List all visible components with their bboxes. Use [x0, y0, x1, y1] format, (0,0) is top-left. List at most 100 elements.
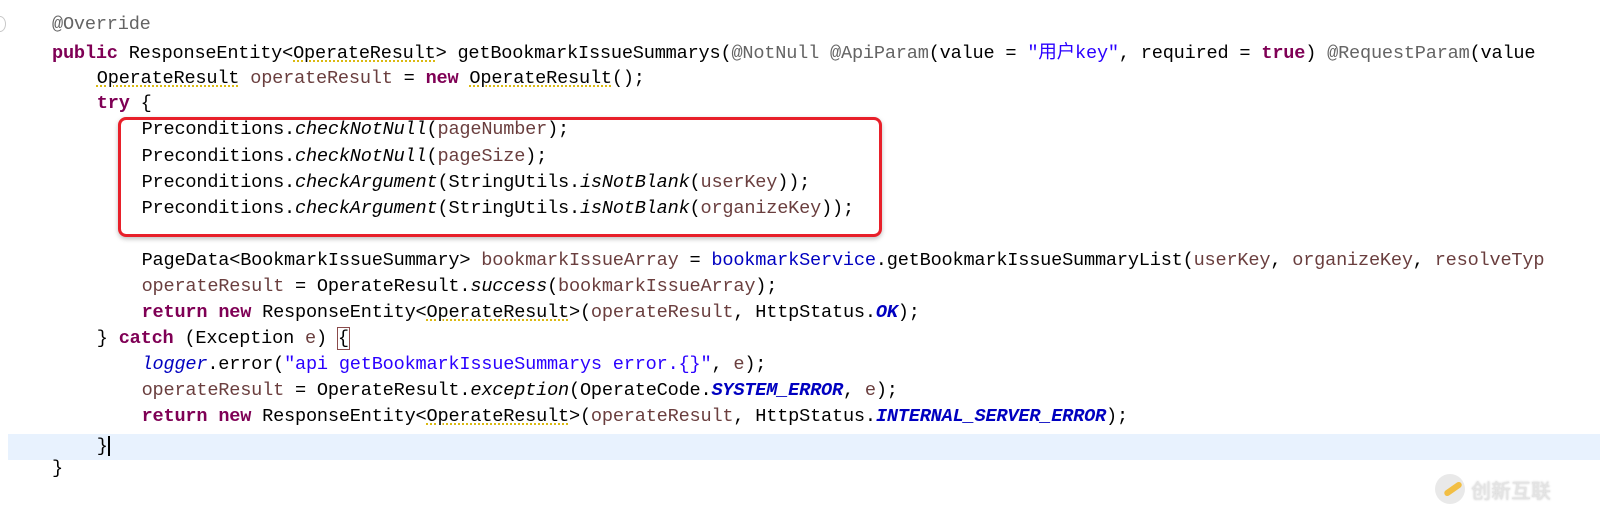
code-token: @RequestParam [1327, 43, 1470, 64]
code-token: = [678, 250, 712, 271]
code-token: >( [569, 302, 591, 323]
code-token: = OperateResult. [284, 380, 471, 401]
code-token: OperateResult [426, 302, 570, 323]
code-line[interactable]: public ResponseEntity<OperateResult> get… [52, 41, 1536, 67]
code-token: , [1270, 250, 1293, 271]
code-token: ResponseEntity< [117, 43, 294, 64]
code-token: @Override [52, 14, 151, 35]
code-token: ); [755, 276, 778, 297]
code-token: , [842, 380, 865, 401]
code-token: ResponseEntity< [251, 302, 427, 323]
code-line[interactable]: logger.error("api getBookmarkIssueSummar… [142, 352, 767, 378]
code-token: } [96, 328, 119, 349]
code-token: @NotNull @ApiParam [731, 43, 929, 64]
current-line-highlight [8, 434, 1600, 460]
code-token: } [96, 436, 108, 457]
code-line[interactable]: } catch (Exception e) { [96, 326, 350, 352]
code-token: ) [1305, 43, 1328, 64]
code-token: bookmarkService [711, 250, 876, 271]
code-token: true [1261, 43, 1306, 64]
code-token: { [129, 93, 152, 114]
code-token: .error( [207, 354, 285, 375]
code-line[interactable]: PageData<BookmarkIssueSummary> bookmarkI… [142, 248, 1545, 274]
code-token: (); [611, 68, 645, 89]
code-token: bookmarkIssueArray [481, 250, 679, 271]
code-token: operateResult [590, 406, 734, 427]
code-token: ResponseEntity< [251, 406, 427, 427]
code-token: ); [744, 354, 767, 375]
code-token: public [52, 43, 118, 64]
code-token: ( [547, 276, 559, 297]
code-token: new [218, 406, 252, 427]
code-token: OperateResult [96, 68, 240, 89]
code-line[interactable]: } [97, 434, 110, 460]
code-line[interactable]: operateResult = OperateResult.exception(… [142, 378, 898, 404]
code-token: ); [1105, 406, 1128, 427]
code-line[interactable]: OperateResult operateResult = new Operat… [97, 66, 645, 92]
watermark: 创新互联 [1435, 474, 1551, 504]
code-token: e [733, 354, 745, 375]
code-token: ); [897, 302, 920, 323]
code-token: SYSTEM_ERROR [711, 380, 843, 401]
code-token: exception [470, 380, 569, 401]
override-marker-icon[interactable] [0, 16, 6, 32]
code-token: = OperateResult. [284, 276, 471, 297]
code-token: , [1412, 250, 1435, 271]
watermark-text: 创新互联 [1471, 478, 1551, 503]
code-token: success [470, 276, 548, 297]
code-line[interactable]: return new ResponseEntity<OperateResult>… [141, 404, 1129, 430]
code-token: (value [1469, 43, 1536, 64]
code-token: INTERNAL_SERVER_ERROR [875, 406, 1106, 427]
code-token: } [52, 458, 63, 479]
code-token: OK [875, 302, 898, 323]
code-token: e [305, 328, 316, 349]
code-token: , HttpStatus. [733, 302, 876, 323]
code-token: PageData<BookmarkIssueSummary> [141, 250, 482, 271]
code-line[interactable]: @Override [52, 12, 151, 38]
code-token: new [425, 68, 459, 89]
code-token: (value = [928, 43, 1028, 64]
code-token: userKey [1193, 250, 1271, 271]
code-token: operateResult [141, 380, 285, 401]
code-token: { [336, 327, 350, 350]
code-token: logger [141, 354, 208, 375]
code-token: OperateResult [293, 43, 436, 64]
code-token: operateResult [590, 302, 734, 323]
watermark-logo-icon [1435, 474, 1465, 504]
code-line[interactable]: try { [97, 91, 152, 117]
code-token: operateResult [141, 276, 285, 297]
code-token: organizeKey [1292, 250, 1413, 271]
code-token: OperateResult [469, 68, 612, 89]
code-token: OperateResult [426, 406, 570, 427]
code-token: new [218, 302, 252, 323]
code-line[interactable]: } [52, 456, 63, 482]
code-token: , HttpStatus. [733, 406, 876, 427]
text-cursor [107, 436, 110, 457]
code-token: > getBookmarkIssueSummarys( [435, 43, 732, 64]
code-token: "api getBookmarkIssueSummarys error.{}" [284, 354, 712, 375]
code-token: ); [875, 380, 898, 401]
code-token: .getBookmarkIssueSummaryList( [875, 250, 1194, 271]
code-token: return [141, 302, 208, 323]
code-token: , required = [1118, 43, 1262, 64]
code-token: resolveTyp [1434, 250, 1545, 271]
code-token: "用户key" [1027, 43, 1119, 64]
code-token: = [392, 68, 426, 89]
code-token: >( [569, 406, 591, 427]
code-token: , [711, 354, 734, 375]
code-token: (Exception [173, 328, 306, 349]
annotation-highlight-box [118, 117, 882, 237]
code-editor[interactable]: @Override public ResponseEntity<OperateRe… [0, 0, 1600, 529]
code-token: operateResult [250, 68, 393, 89]
code-token: e [864, 380, 876, 401]
code-token: try [96, 93, 130, 114]
code-line[interactable]: operateResult = OperateResult.success(bo… [142, 274, 778, 300]
code-token: ) [315, 328, 338, 349]
code-token: return [141, 406, 208, 427]
code-token: catch [118, 328, 174, 349]
code-line[interactable]: return new ResponseEntity<OperateResult>… [142, 300, 920, 326]
